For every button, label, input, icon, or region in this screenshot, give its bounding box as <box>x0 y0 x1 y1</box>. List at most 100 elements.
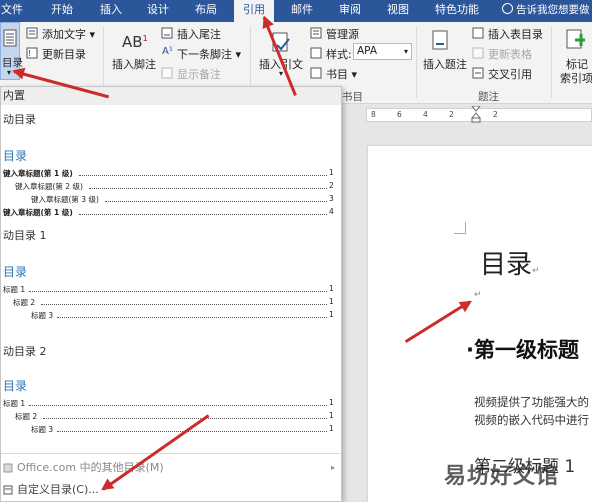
office-icon <box>3 463 13 473</box>
leader-dots <box>29 291 327 292</box>
toc-sample-entry: 标题 2 <box>15 412 38 421</box>
toc-icon <box>3 29 17 47</box>
ruler-tick: 4 <box>423 110 428 119</box>
chevron-down-icon: ▾ <box>403 47 408 56</box>
leader-dots <box>41 304 327 305</box>
horizontal-ruler[interactable]: 8 6 4 2 2 <box>366 106 592 124</box>
show-notes-icon <box>161 67 173 79</box>
toc-sample-heading: 目录 <box>3 379 28 393</box>
document-heading-1[interactable]: ·第一级标题 <box>466 334 579 364</box>
ruler-tick: 6 <box>397 110 402 119</box>
mark-entry-icon <box>566 29 585 49</box>
mark-entry-label-2: 索引项 <box>560 72 592 85</box>
toc-sample-entry: 标题 3 <box>31 425 54 434</box>
chevron-down-icon: ▾ <box>279 69 284 78</box>
manage-sources-button[interactable]: 管理源 <box>326 26 359 42</box>
custom-toc-label: 自定义目录(C)... <box>17 483 99 496</box>
indent-marker-icon[interactable] <box>471 106 481 124</box>
leader-dots <box>29 405 327 406</box>
gallery-item-title: 动目录 2 <box>3 345 47 358</box>
tell-me-box[interactable]: 告诉我您想要做 <box>502 0 590 22</box>
document-title[interactable]: 目录↵ <box>480 244 540 281</box>
toc-sample-entry: 标题 3 <box>31 311 54 320</box>
tab-file[interactable]: 文件 <box>0 0 24 22</box>
tab-insert[interactable]: 插入 <box>92 0 130 22</box>
toc-sample-page: 2 <box>329 181 334 190</box>
leader-dots <box>43 418 327 419</box>
chevron-right-icon: ▸ <box>331 463 336 472</box>
bibliography-label: 书目 <box>326 68 348 81</box>
office-more-toc-item[interactable]: Office.com 中的其他目录(M) ▸ <box>1 458 341 478</box>
leader-dots <box>79 214 327 215</box>
insert-table-of-figures-button[interactable]: 插入表目录 <box>488 26 543 42</box>
document-body-line[interactable]: 视频的嵌入代码中进行 <box>474 412 589 428</box>
tab-view[interactable]: 视图 <box>378 0 418 22</box>
dropdown-header: 内置 <box>1 87 341 105</box>
toc-gallery-item-auto[interactable]: 动目录 目录 键入章标题(第 1 级) 1 键入章标题(第 2 级) 2 键入章… <box>1 105 341 217</box>
add-text-icon <box>26 27 38 39</box>
captions-group-label: 题注 <box>478 91 499 103</box>
insert-endnote-button[interactable]: 插入尾注 <box>177 26 221 42</box>
cross-reference-button[interactable]: 交叉引用 <box>488 66 532 82</box>
add-text-button[interactable]: 添加文字 ▾ <box>42 26 95 42</box>
update-toc-button[interactable]: 更新目录 <box>42 46 86 62</box>
style-icon <box>310 47 322 59</box>
toc-sample-entry: 键入章标题(第 1 级) <box>3 169 73 178</box>
toc-sample-page: 4 <box>329 207 334 216</box>
style-label: 样式: <box>326 48 352 61</box>
toc-sample-entry: 键入章标题(第 1 级) <box>3 208 73 217</box>
toc-gallery-item-auto-2[interactable]: 动目录 2 目录 标题 1 1 标题 2 1 标题 3 1 <box>1 337 341 443</box>
toc-sample-entry: 标题 1 <box>3 399 26 408</box>
watermark-text: 易坊好文馆 <box>444 464 560 489</box>
toc-sample-page: 3 <box>329 194 334 203</box>
footnote-icon: AB1 <box>122 33 148 51</box>
tab-features[interactable]: 特色功能 <box>426 0 488 22</box>
margin-corner-mark <box>454 222 466 234</box>
separator <box>1 453 341 454</box>
bibliography-button[interactable]: 书目 ▾ <box>326 66 357 82</box>
next-footnote-button[interactable]: 下一条脚注 ▾ <box>177 46 241 62</box>
ruler-tick: 2 <box>449 110 454 119</box>
tab-layout[interactable]: 布局 <box>186 0 226 22</box>
insert-caption-icon <box>432 30 448 50</box>
document-page[interactable]: 目录↵ ↵ ·第一级标题 视频提供了功能强大的 视频的嵌入代码中进行 第二级标题… <box>368 146 592 502</box>
citations-group-label: 书目 <box>342 91 363 103</box>
tab-home[interactable]: 开始 <box>42 0 82 22</box>
tab-review[interactable]: 审阅 <box>330 0 370 22</box>
custom-toc-item[interactable]: 自定义目录(C)... <box>1 480 341 500</box>
manage-sources-icon <box>310 27 322 39</box>
custom-toc-icon <box>3 485 13 495</box>
document-body-line[interactable]: 视频提供了功能强大的 <box>474 394 589 410</box>
ribbon-tab-bar: 文件 开始 插入 设计 布局 引用 邮件 审阅 视图 特色功能 告诉我您想要做 <box>0 0 592 22</box>
ruler-tick: 2 <box>493 110 498 119</box>
toc-sample-entry: 键入章标题(第 2 级) <box>15 182 83 191</box>
add-text-label: 添加文字 <box>42 28 86 41</box>
toc-sample-page: 1 <box>329 310 334 319</box>
tab-design[interactable]: 设计 <box>138 0 178 22</box>
toc-sample-heading: 目录 <box>3 149 28 163</box>
leader-dots <box>79 175 327 176</box>
ruler-tick: 8 <box>371 110 376 119</box>
cross-reference-icon <box>472 67 484 79</box>
gallery-item-title: 动目录 <box>3 113 36 126</box>
insert-caption-button[interactable]: 插入题注 <box>423 56 467 72</box>
update-table-icon <box>472 47 484 59</box>
leader-dots <box>57 317 327 318</box>
toc-gallery-item-auto-1[interactable]: 动目录 1 目录 标题 1 1 标题 2 1 标题 3 1 <box>1 221 341 327</box>
toc-sample-entry: 标题 1 <box>3 285 26 294</box>
show-notes-button[interactable]: 显示备注 <box>177 66 221 82</box>
separator <box>551 26 552 98</box>
table-of-figures-icon <box>472 27 484 39</box>
tab-mailings[interactable]: 邮件 <box>282 0 322 22</box>
separator <box>416 26 417 98</box>
toc-sample-entry: 标题 2 <box>13 298 36 307</box>
next-footnote-label: 下一条脚注 <box>177 48 232 61</box>
leader-dots <box>89 188 327 189</box>
update-table-button[interactable]: 更新表格 <box>488 46 532 62</box>
style-select-value: APA <box>357 45 378 57</box>
style-select[interactable]: APA ▾ <box>353 43 412 60</box>
leader-dots <box>105 201 327 202</box>
tell-me-text: 告诉我您想要做 <box>516 4 590 16</box>
toc-sample-entry: 键入章标题(第 3 级) <box>31 195 99 204</box>
insert-footnote-button[interactable]: 插入脚注 <box>112 56 156 72</box>
